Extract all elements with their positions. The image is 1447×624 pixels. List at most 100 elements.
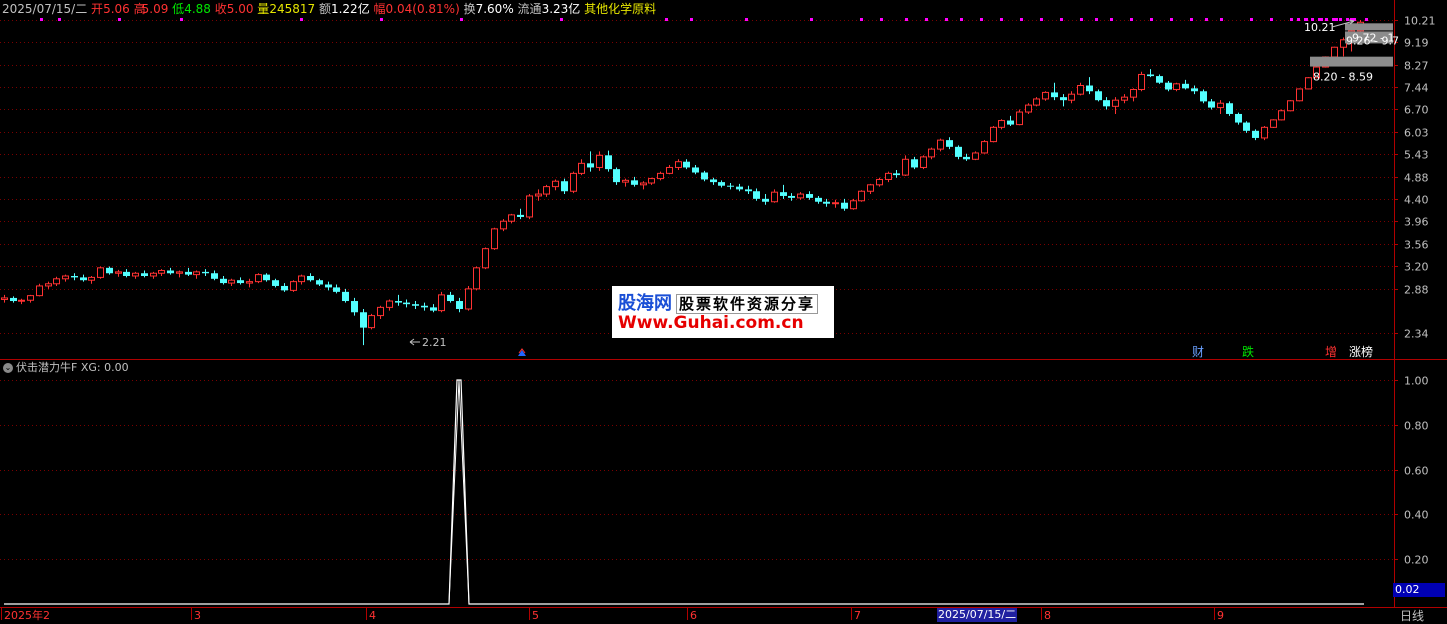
candle[interactable]	[657, 171, 664, 181]
candle[interactable]	[80, 274, 87, 282]
candle[interactable]	[185, 267, 192, 277]
candle[interactable]	[928, 147, 935, 160]
period-selector[interactable]: 日线	[1400, 607, 1424, 624]
candle[interactable]	[753, 188, 760, 201]
candle[interactable]	[263, 273, 270, 282]
candle[interactable]	[465, 285, 472, 311]
candle[interactable]	[368, 313, 375, 330]
sector-name[interactable]: 其他化学原料	[584, 2, 656, 16]
candle[interactable]	[115, 269, 122, 277]
candle[interactable]	[386, 299, 393, 311]
candle[interactable]	[1138, 71, 1145, 92]
candle[interactable]	[902, 155, 909, 176]
candle[interactable]	[867, 183, 874, 195]
candle[interactable]	[211, 270, 218, 281]
candle[interactable]	[290, 280, 297, 292]
candle[interactable]	[1112, 97, 1119, 114]
candle[interactable]	[841, 198, 848, 211]
candle[interactable]	[53, 276, 60, 286]
candle[interactable]	[71, 273, 78, 281]
candle[interactable]	[1165, 81, 1172, 92]
candle[interactable]	[1103, 97, 1110, 110]
candle[interactable]	[1296, 88, 1303, 102]
candle[interactable]	[815, 195, 822, 204]
candle[interactable]	[325, 281, 332, 291]
candle[interactable]	[272, 278, 279, 288]
candle[interactable]	[1025, 103, 1032, 114]
candle[interactable]	[298, 274, 305, 285]
candle[interactable]	[106, 266, 113, 275]
candle[interactable]	[613, 167, 620, 185]
candle[interactable]	[237, 277, 244, 285]
candle[interactable]	[97, 266, 104, 279]
candle[interactable]	[561, 178, 568, 195]
candle[interactable]	[675, 159, 682, 170]
indicator-title[interactable]: ⌄ 伏击潜力牛F XG: 0.00	[3, 361, 129, 375]
candle[interactable]	[596, 151, 603, 171]
candle[interactable]	[1147, 69, 1154, 78]
candle[interactable]	[1156, 74, 1163, 84]
candle[interactable]	[491, 227, 498, 250]
candle[interactable]	[876, 177, 883, 187]
candle[interactable]	[806, 191, 813, 200]
candle[interactable]	[570, 171, 577, 194]
candle[interactable]	[1016, 109, 1023, 126]
candle[interactable]	[1095, 89, 1102, 102]
candle[interactable]	[246, 278, 253, 288]
candle[interactable]	[438, 291, 445, 313]
candle[interactable]	[307, 273, 314, 282]
candle[interactable]	[158, 269, 165, 277]
candle[interactable]	[1226, 101, 1233, 116]
candle[interactable]	[797, 192, 804, 200]
candle[interactable]	[447, 291, 454, 303]
candle[interactable]	[631, 176, 638, 187]
candle[interactable]	[430, 304, 437, 313]
event-tag-fall[interactable]: 跌	[1242, 345, 1254, 359]
candle[interactable]	[605, 150, 612, 172]
candle[interactable]	[762, 194, 769, 205]
candle[interactable]	[1042, 91, 1049, 101]
candle[interactable]	[36, 283, 43, 297]
candle[interactable]	[920, 155, 927, 170]
candle[interactable]	[62, 274, 69, 282]
candle[interactable]	[998, 119, 1005, 130]
candle[interactable]	[167, 267, 174, 275]
candle[interactable]	[193, 270, 200, 279]
candle[interactable]	[360, 308, 367, 346]
candle[interactable]	[412, 301, 419, 309]
candle[interactable]	[1173, 82, 1180, 92]
candle[interactable]	[543, 184, 550, 197]
candle[interactable]	[1270, 119, 1277, 129]
candle[interactable]	[780, 184, 787, 199]
candle[interactable]	[692, 164, 699, 175]
event-tag-increase[interactable]: 增	[1325, 345, 1337, 359]
candle[interactable]	[727, 183, 734, 190]
candle[interactable]	[395, 294, 402, 306]
candle[interactable]	[526, 194, 533, 220]
candle[interactable]	[220, 276, 227, 285]
candle[interactable]	[1331, 46, 1338, 58]
candle[interactable]	[1007, 115, 1014, 126]
candle[interactable]	[1068, 91, 1075, 104]
candle[interactable]	[701, 170, 708, 182]
candle[interactable]	[823, 198, 830, 207]
candle[interactable]	[893, 169, 900, 178]
candle[interactable]	[666, 164, 673, 175]
candle[interactable]	[850, 198, 857, 210]
candle[interactable]	[552, 179, 559, 191]
candle[interactable]	[456, 297, 463, 313]
candle[interactable]	[403, 299, 410, 308]
candle[interactable]	[1217, 100, 1224, 114]
candle[interactable]	[1191, 85, 1198, 95]
candle[interactable]	[27, 294, 34, 303]
candle[interactable]	[508, 213, 515, 224]
candle[interactable]	[1235, 112, 1242, 125]
candle[interactable]	[1130, 88, 1137, 102]
candle[interactable]	[1033, 97, 1040, 107]
candle[interactable]	[858, 190, 865, 202]
candle[interactable]	[1287, 100, 1294, 112]
candle[interactable]	[718, 180, 725, 188]
candle[interactable]	[351, 297, 358, 316]
candle[interactable]	[202, 269, 209, 277]
candle[interactable]	[333, 284, 340, 294]
